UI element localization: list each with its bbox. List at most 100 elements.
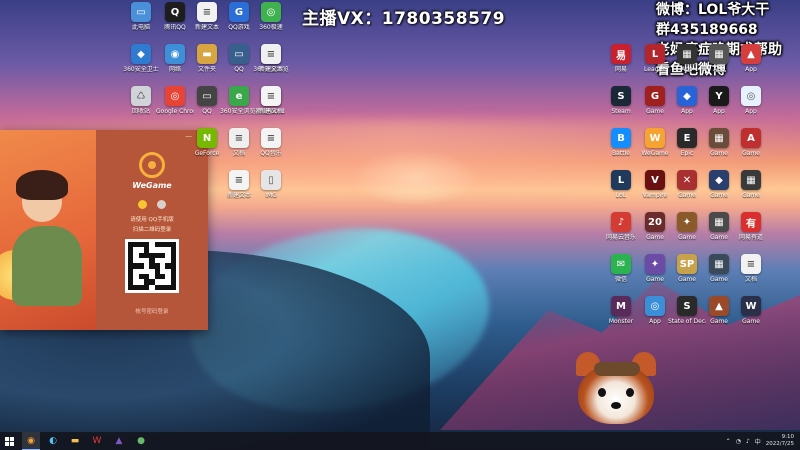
tray-ime-icon[interactable]: 中 xyxy=(755,437,761,446)
desktop-shortcut[interactable]: ▦ App xyxy=(702,44,736,86)
desktop-shortcut[interactable]: 20 Game xyxy=(638,212,672,254)
desktop-shortcut[interactable]: ✉ 微信 xyxy=(604,254,638,296)
wechat-icon: ✉ xyxy=(611,254,631,274)
taskbar-edge-icon[interactable]: ◐ xyxy=(44,432,62,450)
desktop-shortcut[interactable]: ≡ 文档 xyxy=(734,254,768,296)
desktop-shortcut[interactable]: L LoL xyxy=(604,170,638,212)
desktop-shortcut[interactable]: e 360安全浏览器 xyxy=(220,86,258,128)
clock-date: 2022/7/25 xyxy=(765,441,794,447)
shortcut-label: 网易云音乐 xyxy=(605,234,636,241)
shortcut-label: QQ音乐 xyxy=(260,150,282,157)
windows-icon[interactable] xyxy=(0,432,18,450)
weibo-text: 微博：LOL爷大干 xyxy=(656,2,770,18)
desktop-shortcut[interactable]: ▲ Game xyxy=(702,296,736,338)
taskbar-360-icon[interactable]: ● xyxy=(132,432,150,450)
desktop-shortcut[interactable]: V Vampire xyxy=(638,170,672,212)
taskbar-app-icon[interactable]: ▲ xyxy=(110,432,128,450)
system-clock[interactable]: 9:10 2022/7/25 xyxy=(766,434,794,448)
desktop-shortcut[interactable]: ◆ App xyxy=(670,86,704,128)
desktop-shortcut[interactable]: ≡ 新建文档 xyxy=(254,86,288,128)
desktop-shortcut[interactable]: 易网易 xyxy=(604,44,638,86)
desktop-shortcut[interactable]: ♪ 网易云音乐 xyxy=(604,212,638,254)
desktop-shortcut[interactable]: ▭ 此电脑 xyxy=(124,2,158,44)
monitor-icon: ▭ xyxy=(229,44,249,64)
desktop-shortcut[interactable]: G QQ游戏 xyxy=(222,2,256,44)
game-icon: G xyxy=(645,86,665,106)
desktop-shortcut[interactable]: N GeForce xyxy=(190,128,224,170)
desktop-shortcut[interactable]: E Epic xyxy=(670,128,704,170)
banner-character-hair xyxy=(16,170,68,200)
desktop-shortcut[interactable]: ◎ App xyxy=(638,296,672,338)
desktop-shortcut[interactable]: S Steam xyxy=(604,86,638,128)
desktop-shortcut[interactable]: ✦ Game xyxy=(670,212,704,254)
desktop-shortcut[interactable]: W Game xyxy=(734,296,768,338)
desktop-shortcut[interactable]: M Monster xyxy=(604,296,638,338)
streamer-avatar-red-panda xyxy=(572,352,660,434)
wegame-login-window[interactable]: — ✕ WeGame 请使用 QQ手机版 扫描二维码登录 帐号密码登录 xyxy=(0,130,208,330)
desktop-shortcut[interactable]: ✦ Game xyxy=(638,254,672,296)
desktop-shortcut[interactable]: ▦ App xyxy=(670,44,704,86)
tray-volume-icon[interactable]: ♪ xyxy=(746,438,750,445)
desktop-shortcut[interactable]: ♺ 回收站 xyxy=(124,86,158,128)
desktop-shortcut[interactable]: ◉ 网络 xyxy=(158,44,192,86)
youdao-icon: 有 xyxy=(741,212,761,232)
desktop-shortcut[interactable]: SP Game xyxy=(670,254,704,296)
tray-chevron-icon[interactable]: ⌃ xyxy=(726,438,731,445)
desktop-shortcut[interactable]: L League xyxy=(638,44,672,86)
computer-icon: ▭ xyxy=(131,2,151,22)
wechat-login-icon[interactable] xyxy=(157,200,166,209)
desktop-shortcut[interactable]: ≡ 新建文本 xyxy=(190,2,224,44)
app-icon: ◎ xyxy=(741,86,761,106)
document-icon: ≡ xyxy=(229,170,249,190)
wegame-brand: WeGame xyxy=(132,181,172,190)
game-icon: W xyxy=(741,296,761,316)
desktop-shortcut[interactable]: ◎Google Chrome xyxy=(156,86,194,128)
vampire-icon: V xyxy=(645,170,665,190)
qq-login-icon[interactable] xyxy=(138,200,147,209)
desktop-shortcut[interactable]: ▦ Game xyxy=(702,212,736,254)
game-icon: A xyxy=(741,128,761,148)
game-icon: ▲ xyxy=(709,296,729,316)
game-icon: SP xyxy=(677,254,697,274)
desktop-shortcut[interactable]: ▭ QQ xyxy=(222,44,256,86)
desktop-shortcut[interactable]: Y App xyxy=(702,86,736,128)
desktop-shortcut[interactable]: ◎ 360极速 xyxy=(254,2,288,44)
avatar-nose xyxy=(611,402,621,409)
desktop-shortcut[interactable]: SState of Decay xyxy=(668,296,706,338)
desktop-shortcut[interactable]: Q 腾讯QQ xyxy=(158,2,192,44)
taskbar-wps-icon[interactable]: W xyxy=(88,432,106,450)
shortcut-label: 新建文本 xyxy=(258,66,283,73)
document-icon: ≡ xyxy=(261,86,281,106)
desktop-shortcut[interactable]: B Battle xyxy=(604,128,638,170)
desktop-shortcut[interactable]: 有网易有道 xyxy=(734,212,768,254)
desktop-shortcut[interactable]: ▦ Game xyxy=(734,170,768,212)
desktop-shortcut[interactable]: ▯ IMG xyxy=(254,170,288,212)
desktop-shortcut[interactable]: ✕ Game xyxy=(670,170,704,212)
desktop-shortcut[interactable]: W WeGame xyxy=(638,128,672,170)
wegame-icon: W xyxy=(645,128,665,148)
desktop-shortcut[interactable]: ≡ QQ音乐 xyxy=(254,128,288,170)
desktop-shortcut[interactable]: ▬ 文件夹 xyxy=(190,44,224,86)
wegame-logo-icon xyxy=(139,152,165,178)
taskbar-wegame-icon[interactable]: ◉ xyxy=(22,432,40,450)
password-login-link[interactable]: 帐号密码登录 xyxy=(135,307,168,315)
game-icon: ▦ xyxy=(709,212,729,232)
desktop-shortcut[interactable]: ▭ QQ xyxy=(190,86,224,128)
qr-cell xyxy=(170,284,176,290)
shortcut-label: App xyxy=(745,66,757,73)
desktop-shortcut[interactable]: ≡ 文档 xyxy=(222,128,256,170)
desktop-shortcut[interactable]: ≡ 新建文本 xyxy=(254,44,288,86)
desktop-shortcut[interactable]: ▦ Game xyxy=(702,128,736,170)
tray-network-icon[interactable]: ◔ xyxy=(736,438,741,445)
desktop-shortcut[interactable]: G Game xyxy=(638,86,672,128)
desktop-shortcut[interactable]: ◆ 360安全卫士 xyxy=(123,44,159,86)
taskbar-folder-icon[interactable]: ▬ xyxy=(66,432,84,450)
taskbar: ◉ ◐ ▬ W ▲ ● ⌃ ◔ ♪ 中 9:10 2022/7/25 xyxy=(0,432,800,450)
desktop-shortcut[interactable]: ▲ App xyxy=(734,44,768,86)
desktop-shortcut[interactable]: ▦ Game xyxy=(702,254,736,296)
desktop-shortcut[interactable]: ◎ App xyxy=(734,86,768,128)
desktop-shortcut[interactable]: ≡ 新建文本 xyxy=(222,170,256,212)
app-icon: ▦ xyxy=(677,44,697,64)
desktop-shortcut[interactable]: ◆ Game xyxy=(702,170,736,212)
desktop-shortcut[interactable]: A Game xyxy=(734,128,768,170)
